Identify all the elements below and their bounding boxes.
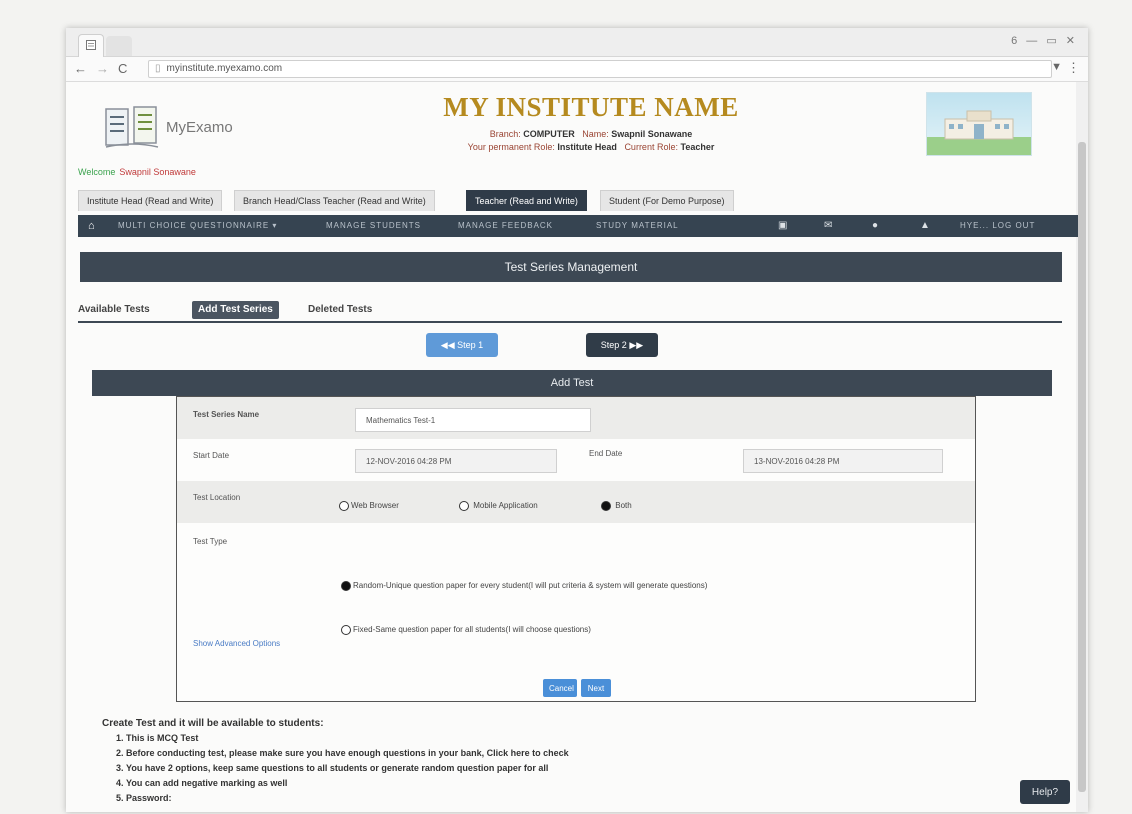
home-icon[interactable]: ⌂ xyxy=(88,215,96,237)
branch-label: Branch: xyxy=(489,129,521,139)
add-test-form: Test Series Name Mathematics Test-1 Star… xyxy=(176,396,976,702)
radio-dot xyxy=(339,501,349,511)
main-menu: ⌂ MULTI CHOICE QUESTIONNAIRE ▾ MANAGE ST… xyxy=(78,215,1078,237)
name-value: Swapnil Sonawane xyxy=(611,129,693,139)
start-date-label: Start Date xyxy=(193,451,230,460)
radio-dot xyxy=(341,625,351,635)
location-both-radio[interactable]: Both xyxy=(601,501,632,511)
role-tab-institute-head[interactable]: Institute Head (Read and Write) xyxy=(78,190,223,211)
menu-item-study-material[interactable]: STUDY MATERIAL xyxy=(596,215,679,237)
report-icon[interactable]: ▣ xyxy=(778,215,788,237)
forward-arrow-icon[interactable]: → xyxy=(96,61,109,76)
mail-icon[interactable]: ✉ xyxy=(824,215,833,237)
type-fixed-radio[interactable]: Fixed-Same question paper for all studen… xyxy=(341,625,591,635)
logo-text: MyExamo xyxy=(166,119,233,136)
type-random-radio[interactable]: Random-Unique question paper for every s… xyxy=(341,581,707,591)
reload-icon[interactable]: C xyxy=(118,61,127,76)
location-both-label: Both xyxy=(615,501,632,511)
welcome-text: Welcome Swapnil Sonawane xyxy=(78,167,196,177)
instruction-item: You can add negative marking as well xyxy=(126,776,569,791)
location-web-browser-label: Web Browser xyxy=(351,501,399,511)
page-title: Test Series Management xyxy=(80,252,1062,282)
scrollbar-thumb[interactable] xyxy=(1078,142,1086,792)
role-tab-branch-head[interactable]: Branch Head/Class Teacher (Read and Writ… xyxy=(234,190,435,211)
instruction-item: Password: xyxy=(126,791,569,806)
location-mobile-app-radio[interactable]: Mobile Application xyxy=(459,501,538,511)
institute-name: MY INSTITUTE NAME xyxy=(443,92,739,122)
cancel-button[interactable]: Cancel xyxy=(543,679,577,697)
series-name-label: Test Series Name xyxy=(193,410,260,419)
logout-link[interactable]: HYE... LOG OUT xyxy=(960,215,1035,237)
tab-deleted-tests[interactable]: Deleted Tests xyxy=(308,301,372,319)
series-name-input[interactable]: Mathematics Test-1 xyxy=(355,408,591,432)
current-role-label: Current Role: xyxy=(624,142,678,152)
location-web-browser-radio[interactable]: Web Browser xyxy=(339,501,399,511)
myexamo-logo-icon xyxy=(105,106,159,148)
instruction-item: You have 2 options, keep same questions … xyxy=(126,761,569,776)
end-date-input[interactable]: 13-NOV-2016 04:28 PM xyxy=(743,449,943,473)
step-2-button[interactable]: Step 2 ▶▶ xyxy=(586,333,658,357)
next-button[interactable]: Next xyxy=(581,679,611,697)
url-text: myinstitute.myexamo.com xyxy=(166,63,283,74)
radio-dot xyxy=(459,501,469,511)
window-controls[interactable]: 6 — ▭ ✕ xyxy=(1011,34,1078,47)
role-tab-student[interactable]: Student (For Demo Purpose) xyxy=(600,190,734,211)
name-label: Name: xyxy=(582,129,609,139)
user-icon[interactable]: ● xyxy=(872,215,879,237)
type-random-label: Random-Unique question paper for every s… xyxy=(353,581,708,591)
branch-value: COMPUTER xyxy=(523,129,575,139)
tab-add-test-series[interactable]: Add Test Series xyxy=(192,301,279,319)
new-tab-button[interactable] xyxy=(106,36,132,56)
type-fixed-label: Fixed-Same question paper for all studen… xyxy=(353,625,591,635)
browser-tab[interactable] xyxy=(78,34,104,57)
browser-navbar: ← → C ▯ myinstitute.myexamo.com ▼ ⋮ xyxy=(66,57,1088,82)
help-button[interactable]: Help? xyxy=(1020,780,1070,804)
test-location-label: Test Location xyxy=(193,493,241,502)
welcome-user: Swapnil Sonawane xyxy=(119,167,196,177)
add-test-header: Add Test xyxy=(92,370,1052,396)
role-tab-teacher[interactable]: Teacher (Read and Write) xyxy=(466,190,587,211)
back-arrow-icon[interactable]: ← xyxy=(74,61,87,76)
step-1-label: Step 1 xyxy=(457,339,484,350)
extension-icon[interactable]: ▼ xyxy=(1051,61,1062,73)
menu-item-mcq[interactable]: MULTI CHOICE QUESTIONNAIRE ▾ xyxy=(118,215,277,237)
instructions-list: This is MCQ Test Before conducting test,… xyxy=(102,731,569,806)
address-bar[interactable]: ▯ myinstitute.myexamo.com xyxy=(148,60,1052,78)
menu-item-manage-students[interactable]: MANAGE STUDENTS xyxy=(326,215,421,237)
end-date-label: End Date xyxy=(589,449,623,458)
page-info-icon: ▯ xyxy=(155,63,161,74)
page-icon xyxy=(86,40,96,50)
browser-window: 6 — ▭ ✕ ← → C ▯ myinstitute.myexamo.com ▼… xyxy=(66,28,1088,812)
welcome-label: Welcome xyxy=(78,167,116,177)
show-advanced-options-link[interactable]: Show Advanced Options xyxy=(193,639,280,648)
test-type-label: Test Type xyxy=(193,537,228,546)
instruction-item: Before conducting test, please make sure… xyxy=(126,746,569,761)
step-back-icon: ◀◀ xyxy=(440,339,455,350)
radio-dot-selected xyxy=(601,501,611,511)
browser-tab-strip: 6 — ▭ ✕ xyxy=(66,28,1088,57)
alert-icon[interactable]: ▲ xyxy=(920,215,931,237)
institute-banner-image xyxy=(926,92,1032,156)
institute-info: Branch: COMPUTER Name: Swapnil Sonawane … xyxy=(366,128,816,154)
tab-available-tests[interactable]: Available Tests xyxy=(78,301,150,319)
radio-dot-selected xyxy=(341,581,351,591)
instructions-heading: Create Test and it will be available to … xyxy=(102,718,324,729)
step-1-button[interactable]: ◀◀ Step 1 xyxy=(426,333,498,357)
test-subtabs: Available Tests Add Test Series Deleted … xyxy=(78,299,1062,323)
menu-kebab-icon[interactable]: ⋮ xyxy=(1067,60,1080,76)
start-date-input[interactable]: 12-NOV-2016 04:28 PM xyxy=(355,449,557,473)
instruction-item: This is MCQ Test xyxy=(126,731,569,746)
step-2-label: Step 2 xyxy=(600,339,627,350)
permanent-role-value: Institute Head xyxy=(557,142,617,152)
page-scrollbar[interactable] xyxy=(1076,82,1088,812)
instructions: Create Test and it will be available to … xyxy=(102,716,569,806)
step-forward-icon: ▶▶ xyxy=(629,339,644,350)
location-mobile-app-label: Mobile Application xyxy=(473,501,538,511)
current-role-value: Teacher xyxy=(680,142,715,152)
menu-item-manage-feedback[interactable]: MANAGE FEEDBACK xyxy=(458,215,553,237)
form-row-bg xyxy=(177,481,975,523)
permanent-role-label: Your permanent Role: xyxy=(467,142,555,152)
